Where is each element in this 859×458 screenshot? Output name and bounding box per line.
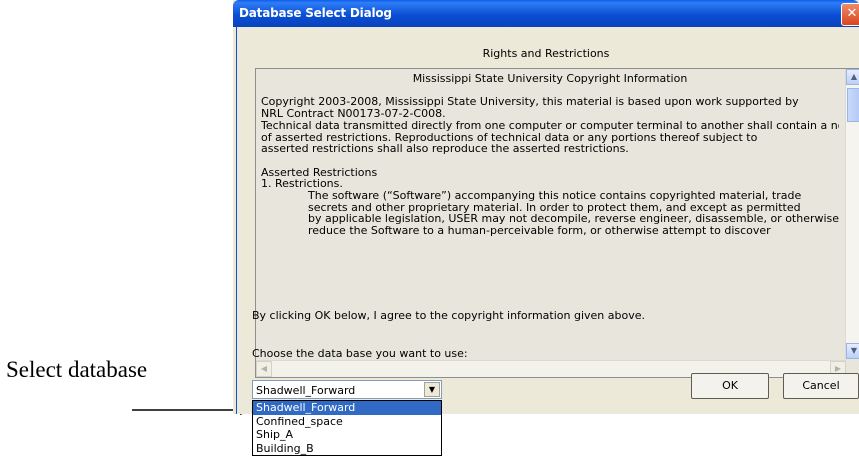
copyright-line: asserted restrictions shall also reprodu… (261, 142, 629, 156)
copyright-line: Technical data transmitted directly from… (261, 118, 839, 132)
database-combobox[interactable]: Shadwell_Forward ▼ (252, 380, 442, 399)
dialog-title: Database Select Dialog (239, 6, 392, 20)
scroll-up-icon[interactable]: ▲ (846, 69, 859, 85)
copyright-line: reduce the Software to a human-perceivab… (308, 224, 771, 238)
copyright-line (261, 155, 839, 167)
scroll-left-icon[interactable]: ◀ (256, 361, 272, 377)
scroll-down-icon[interactable]: ▼ (846, 343, 859, 359)
choose-database-label: Choose the data base you want to use: (252, 347, 468, 360)
dropdown-option[interactable]: Shadwell_Forward (253, 401, 441, 415)
copyright-line: Asserted Restrictions (261, 165, 378, 179)
database-dropdown-list[interactable]: Shadwell_Forward Confined_space Ship_A Buil… (252, 400, 442, 456)
agreement-text: By clicking OK below, I agree to the cop… (252, 309, 646, 322)
combobox-value: Shadwell_Forward (256, 384, 356, 397)
dropdown-option[interactable]: Confined_space (253, 415, 441, 429)
copyright-line: Mississippi State University Copyright I… (412, 73, 688, 85)
dropdown-option[interactable]: Ship_A (253, 428, 441, 442)
dropdown-option[interactable]: Building_B (253, 442, 441, 456)
title-bar[interactable]: Database Select Dialog ✕ (233, 0, 859, 27)
select-database-annotation: Select database (6, 357, 148, 382)
chevron-down-icon[interactable]: ▼ (424, 382, 440, 397)
ok-button[interactable]: OK (691, 373, 769, 399)
cancel-button[interactable]: Cancel (783, 373, 859, 399)
vertical-scrollbar[interactable]: ▲ ▼ (845, 69, 859, 359)
close-icon[interactable]: ✕ (841, 3, 859, 26)
rights-heading: Rights and Restrictions (482, 47, 610, 60)
copyright-textbox[interactable]: Mississippi State University Copyright I… (255, 68, 859, 378)
copyright-line: The software (“Software”) accompanying t… (308, 189, 802, 203)
scroll-thumb[interactable] (847, 88, 859, 122)
database-select-dialog: Database Select Dialog ✕ Rights and Rest… (233, 0, 859, 414)
